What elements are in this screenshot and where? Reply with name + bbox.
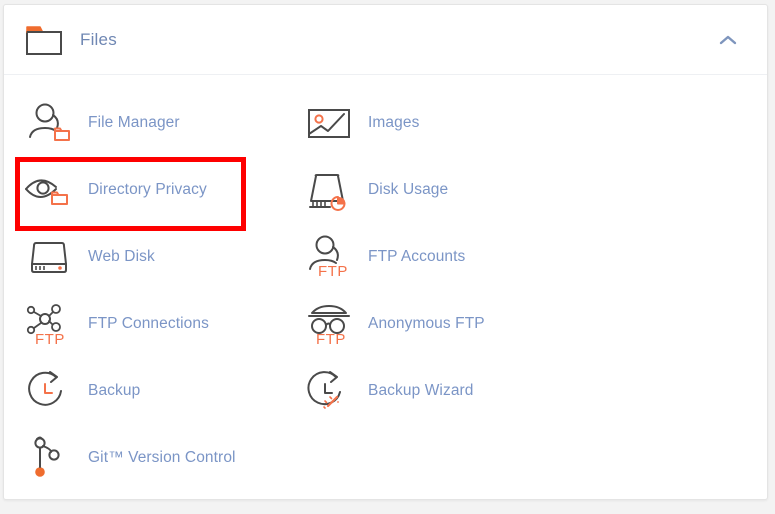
item-label: Backup Wizard bbox=[368, 381, 474, 399]
item-label: File Manager bbox=[88, 113, 180, 131]
item-label: Git™ Version Control bbox=[88, 448, 236, 466]
folder-icon bbox=[22, 20, 66, 60]
backup-wand-icon bbox=[302, 366, 356, 416]
item-images[interactable]: Images bbox=[291, 89, 767, 156]
files-card-header[interactable]: Files bbox=[4, 5, 767, 75]
files-card: Files File Manager Images Directory Priv… bbox=[3, 4, 768, 500]
files-panel-screen: Files File Manager Images Directory Priv… bbox=[0, 0, 775, 514]
git-branch-icon bbox=[22, 433, 76, 483]
item-backup[interactable]: Backup bbox=[4, 357, 291, 424]
item-label: FTP Accounts bbox=[368, 247, 466, 265]
item-label: Anonymous FTP bbox=[368, 314, 485, 332]
eye-folder-icon bbox=[22, 165, 76, 215]
item-anonymous-ftp[interactable]: FTP Anonymous FTP bbox=[291, 290, 767, 357]
item-label: Images bbox=[368, 113, 420, 131]
item-directory-privacy[interactable]: Directory Privacy bbox=[4, 156, 291, 223]
item-backup-wizard[interactable]: Backup Wizard bbox=[291, 357, 767, 424]
svg-text:FTP: FTP bbox=[35, 331, 65, 348]
incognito-ftp-icon: FTP bbox=[302, 299, 356, 349]
item-git-version-control[interactable]: Git™ Version Control bbox=[4, 424, 291, 491]
svg-text:FTP: FTP bbox=[318, 263, 348, 280]
item-label: Web Disk bbox=[88, 247, 155, 265]
item-disk-usage[interactable]: Disk Usage bbox=[291, 156, 767, 223]
chevron-up-icon[interactable] bbox=[713, 25, 743, 55]
item-label: Backup bbox=[88, 381, 141, 399]
network-ftp-icon: FTP bbox=[22, 299, 76, 349]
item-label: FTP Connections bbox=[88, 314, 209, 332]
item-label: Disk Usage bbox=[368, 180, 449, 198]
item-file-manager[interactable]: File Manager bbox=[4, 89, 291, 156]
user-ftp-icon: FTP bbox=[302, 232, 356, 282]
item-label: Directory Privacy bbox=[88, 180, 207, 198]
item-ftp-connections[interactable]: FTP FTP Connections bbox=[4, 290, 291, 357]
page-title: Files bbox=[80, 29, 117, 49]
item-ftp-accounts[interactable]: FTP FTP Accounts bbox=[291, 223, 767, 290]
user-folder-icon bbox=[22, 98, 76, 148]
svg-text:FTP: FTP bbox=[316, 331, 346, 348]
backup-clock-icon bbox=[22, 366, 76, 416]
files-items-grid: File Manager Images Directory Privacy Di… bbox=[4, 75, 767, 491]
web-disk-icon bbox=[22, 232, 76, 282]
item-web-disk[interactable]: Web Disk bbox=[4, 223, 291, 290]
disk-pie-icon bbox=[302, 165, 356, 215]
picture-icon bbox=[302, 98, 356, 148]
